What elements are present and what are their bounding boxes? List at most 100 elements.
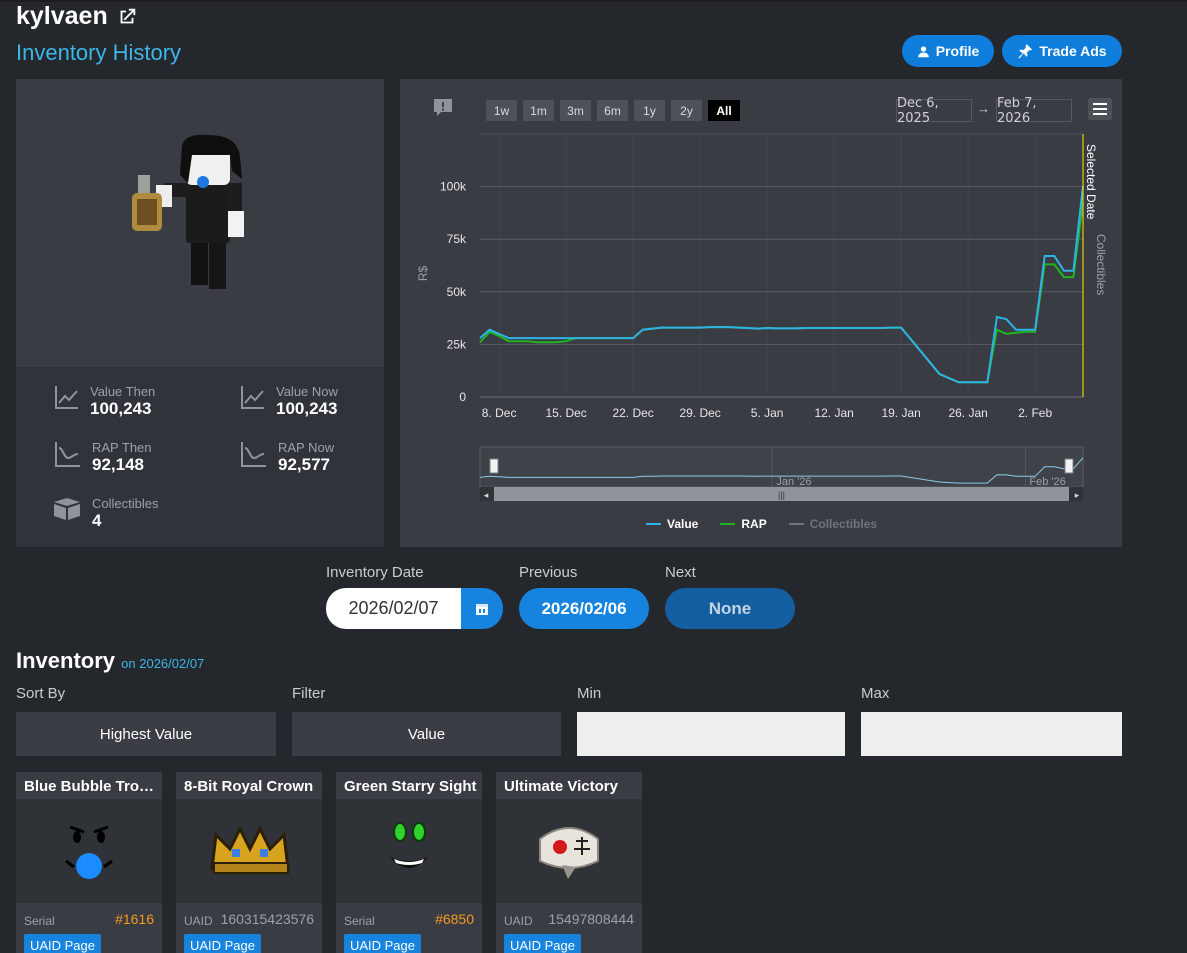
trade-ads-button[interactable]: Trade Ads <box>1002 35 1122 67</box>
x-tick-label: 12. Jan <box>814 406 853 420</box>
inventory-date-note: on 2026/02/07 <box>121 656 205 671</box>
inventory-card[interactable]: Ultimate Victory UAID 15497808444 UAID P… <box>496 772 642 953</box>
value-now: 100,243 <box>276 399 338 418</box>
profile-button-label: Profile <box>935 43 980 59</box>
user-icon <box>917 45 929 57</box>
line-chart-icon <box>55 386 78 409</box>
selected-date-label: Selected Date <box>1084 144 1098 220</box>
item-thumbnail[interactable] <box>176 799 322 903</box>
item-uaid: 160315423576 <box>220 911 314 927</box>
y-tick-label: 75k <box>447 232 467 246</box>
x-tick-label: 22. Dec <box>612 406 653 420</box>
stat-value-then: Value Then 100,243 <box>54 384 155 419</box>
line-chart-icon <box>241 386 264 409</box>
legend-label-value: Value <box>667 517 699 531</box>
x-tick-label: 29. Dec <box>679 406 720 420</box>
y-tick-label: 25k <box>447 337 467 351</box>
avatar-image <box>132 134 244 289</box>
inventory-date-label: Inventory Date <box>326 564 424 581</box>
sort-by-select[interactable]: Highest Value <box>16 712 276 756</box>
item-id-label: Serial <box>344 914 375 928</box>
inventory-card[interactable]: 8-Bit Royal Crown UAID 160315423576 UAID… <box>176 772 322 953</box>
calendar-icon <box>476 603 488 615</box>
value-then: 100,243 <box>90 399 152 418</box>
top-divider <box>0 0 1187 2</box>
item-id-label: Serial <box>24 914 55 928</box>
stat-collectibles: Collectibles 4 <box>52 496 158 531</box>
item-id-label: UAID <box>504 914 533 928</box>
inventory-history-chart[interactable]: 8. Dec 15. Dec 22. Dec 29. Dec 5. Jan 12. Jan… <box>400 79 1122 547</box>
item-title[interactable]: 8-Bit Royal Crown <box>184 778 318 795</box>
filter-select[interactable]: Value <box>292 712 561 756</box>
x-tick-label: 19. Jan <box>881 406 920 420</box>
profile-button[interactable]: Profile <box>902 35 994 67</box>
green-starry-face-image <box>390 822 428 868</box>
y-tick-label: 100k <box>440 180 467 194</box>
next-date-button[interactable]: None <box>665 588 795 629</box>
inventory-heading: Inventory on 2026/02/07 <box>16 648 204 674</box>
curve-chart-icon <box>241 442 266 467</box>
navigator-label: Feb '26 <box>1029 476 1065 488</box>
item-title[interactable]: Ultimate Victory <box>504 778 638 795</box>
item-title[interactable]: Green Starry Sight <box>344 778 478 795</box>
blue-bubble-face-image <box>65 825 113 879</box>
curve-chart-icon <box>55 442 80 467</box>
y-tick-label: 0 <box>459 390 466 404</box>
navigator-handle[interactable] <box>489 458 499 474</box>
pin-icon <box>1018 44 1033 59</box>
legend-label-rap: RAP <box>741 517 767 531</box>
external-link-icon[interactable] <box>116 6 138 28</box>
rap-then-label: RAP Then <box>92 440 152 455</box>
chart-legend: Value RAP Collectibles <box>646 517 877 531</box>
username-heading: kylvaen <box>16 2 138 31</box>
x-tick-label: 15. Dec <box>545 406 586 420</box>
collectibles-axis-label: Collectibles <box>1094 234 1108 295</box>
rap-then: 92,148 <box>92 455 144 474</box>
uaid-page-button[interactable]: UAID Page <box>344 934 421 953</box>
max-input[interactable] <box>861 712 1122 756</box>
navigator-handle[interactable] <box>1064 458 1074 474</box>
scroll-right-arrow[interactable]: ▸ <box>1075 490 1080 500</box>
chart-panel: 1w 1m 3m 6m 1y 2y All Dec 6, 2025 → Feb … <box>400 79 1122 547</box>
username: kylvaen <box>16 2 108 30</box>
value-then-label: Value Then <box>90 384 156 399</box>
x-tick-label: 2. Feb <box>1018 406 1052 420</box>
min-label: Min <box>577 685 602 702</box>
item-serial: #6850 <box>435 911 474 927</box>
item-thumbnail[interactable] <box>496 799 642 903</box>
item-serial: #1616 <box>115 911 154 927</box>
sort-by-label: Sort By <box>16 685 66 702</box>
legend-item-rap[interactable]: RAP <box>720 517 767 531</box>
calendar-button[interactable] <box>461 588 503 629</box>
min-input[interactable] <box>577 712 845 756</box>
collectibles-count: 4 <box>92 511 102 530</box>
inventory-card[interactable]: Green Starry Sight Serial #6850 UAID Pag… <box>336 772 482 953</box>
legend-label-collectibles: Collectibles <box>809 517 878 531</box>
legend-swatch-collectibles <box>788 523 804 525</box>
legend-item-value[interactable]: Value <box>646 517 698 531</box>
inventory-card[interactable]: Blue Bubble Trou... Serial #1616 UAID Pa… <box>16 772 162 953</box>
uaid-page-button[interactable]: UAID Page <box>24 934 101 953</box>
y-tick-label: 50k <box>447 285 467 299</box>
inventory-title: Inventory <box>16 648 116 673</box>
stat-rap-now: RAP Now 92,577 <box>240 440 334 475</box>
scroll-left-arrow[interactable]: ◂ <box>484 490 489 500</box>
legend-swatch-rap <box>720 523 736 525</box>
trade-ads-button-label: Trade Ads <box>1039 43 1107 59</box>
item-thumbnail[interactable] <box>16 799 162 903</box>
box-icon <box>54 498 80 520</box>
inventory-date-input[interactable]: 2026/02/07 <box>326 588 461 629</box>
max-label: Max <box>861 685 890 702</box>
uaid-page-button[interactable]: UAID Page <box>504 934 581 953</box>
item-title[interactable]: Blue Bubble Trou... <box>24 778 158 795</box>
x-tick-label: 8. Dec <box>482 406 517 420</box>
legend-item-collectibles[interactable]: Collectibles <box>788 517 878 531</box>
victory-headband-image <box>539 827 599 879</box>
series-line-value[interactable] <box>479 185 1084 384</box>
previous-date-button[interactable]: 2026/02/06 <box>519 588 649 629</box>
item-thumbnail[interactable] <box>336 799 482 903</box>
uaid-page-button[interactable]: UAID Page <box>184 934 261 953</box>
scrollbar-grip[interactable]: ||| <box>778 490 785 500</box>
item-id-label: UAID <box>184 914 213 928</box>
x-tick-label: 26. Jan <box>948 406 987 420</box>
